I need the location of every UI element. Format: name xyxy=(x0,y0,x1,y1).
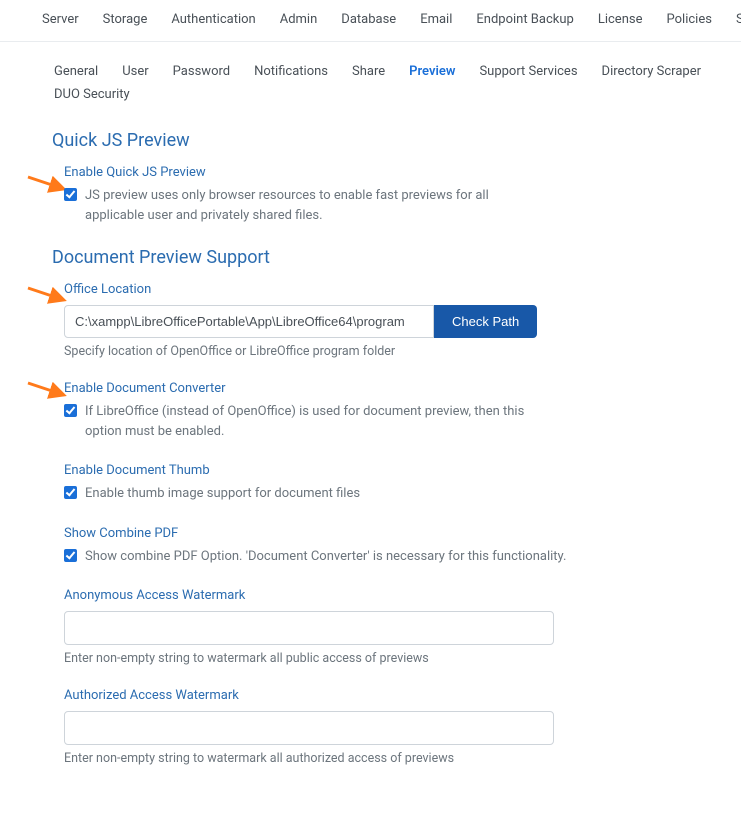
doc-preview-heading: Document Preview Support xyxy=(52,247,691,268)
tab-directory-scraper[interactable]: Directory Scraper xyxy=(590,60,713,83)
enable-doc-thumb-label: Enable Document Thumb xyxy=(64,463,691,478)
auth-watermark-help: Enter non-empty string to watermark all … xyxy=(64,751,691,766)
topnav-license[interactable]: License xyxy=(586,8,655,31)
tab-password[interactable]: Password xyxy=(161,60,242,83)
topnav-database[interactable]: Database xyxy=(329,8,408,31)
enable-doc-thumb-block: Enable Document Thumb Enable thumb image… xyxy=(64,463,691,504)
quick-js-heading: Quick JS Preview xyxy=(52,130,691,151)
topnav-policies[interactable]: Policies xyxy=(655,8,724,31)
tab-general[interactable]: General xyxy=(42,60,110,83)
topnav-endpoint-backup[interactable]: Endpoint Backup xyxy=(464,8,585,31)
topnav-email[interactable]: Email xyxy=(408,8,464,31)
show-combine-pdf-desc: Show combine PDF Option. 'Document Conve… xyxy=(85,547,566,567)
tab-notifications[interactable]: Notifications xyxy=(242,60,340,83)
auth-watermark-label: Authorized Access Watermark xyxy=(64,688,691,703)
office-location-block: Office Location Check Path Specify locat… xyxy=(64,282,691,359)
sub-nav: General User Password Notifications Shar… xyxy=(0,42,741,120)
enable-doc-converter-checkbox[interactable] xyxy=(64,404,77,417)
enable-quick-js-label: Enable Quick JS Preview xyxy=(64,165,691,180)
tab-support-services[interactable]: Support Services xyxy=(467,60,589,83)
topnav-sso[interactable]: SSO xyxy=(724,8,741,31)
anon-watermark-label: Anonymous Access Watermark xyxy=(64,588,691,603)
enable-doc-thumb-checkbox[interactable] xyxy=(64,486,77,499)
tab-user[interactable]: User xyxy=(110,60,160,83)
check-path-button[interactable]: Check Path xyxy=(434,305,537,338)
enable-doc-thumb-desc: Enable thumb image support for document … xyxy=(85,484,360,504)
tab-share[interactable]: Share xyxy=(340,60,397,83)
enable-quick-js-checkbox[interactable] xyxy=(64,188,77,201)
anon-watermark-input[interactable] xyxy=(64,611,554,645)
auth-watermark-block: Authorized Access Watermark Enter non-em… xyxy=(64,688,691,766)
topnav-admin[interactable]: Admin xyxy=(268,8,330,31)
office-location-label: Office Location xyxy=(64,282,691,297)
anon-watermark-help: Enter non-empty string to watermark all … xyxy=(64,651,691,666)
enable-doc-converter-desc: If LibreOffice (instead of OpenOffice) i… xyxy=(85,402,555,441)
auth-watermark-input[interactable] xyxy=(64,711,554,745)
enable-quick-js-block: Enable Quick JS Preview JS preview uses … xyxy=(64,165,691,225)
enable-quick-js-desc: JS preview uses only browser resources t… xyxy=(85,186,545,225)
show-combine-pdf-block: Show Combine PDF Show combine PDF Option… xyxy=(64,526,691,567)
content-area: Quick JS Preview Enable Quick JS Preview… xyxy=(0,130,741,818)
topnav-storage[interactable]: Storage xyxy=(91,8,160,31)
topnav-authentication[interactable]: Authentication xyxy=(159,8,267,31)
enable-doc-converter-block: Enable Document Converter If LibreOffice… xyxy=(64,381,691,441)
show-combine-pdf-label: Show Combine PDF xyxy=(64,526,691,541)
topnav-server[interactable]: Server xyxy=(30,8,91,31)
anon-watermark-block: Anonymous Access Watermark Enter non-emp… xyxy=(64,588,691,666)
show-combine-pdf-checkbox[interactable] xyxy=(64,549,77,562)
enable-doc-converter-label: Enable Document Converter xyxy=(64,381,691,396)
office-location-input[interactable] xyxy=(64,305,434,338)
top-nav: Server Storage Authentication Admin Data… xyxy=(0,0,741,42)
tab-preview[interactable]: Preview xyxy=(397,60,467,83)
tab-duo-security[interactable]: DUO Security xyxy=(42,83,142,106)
office-location-help: Specify location of OpenOffice or LibreO… xyxy=(64,344,691,359)
